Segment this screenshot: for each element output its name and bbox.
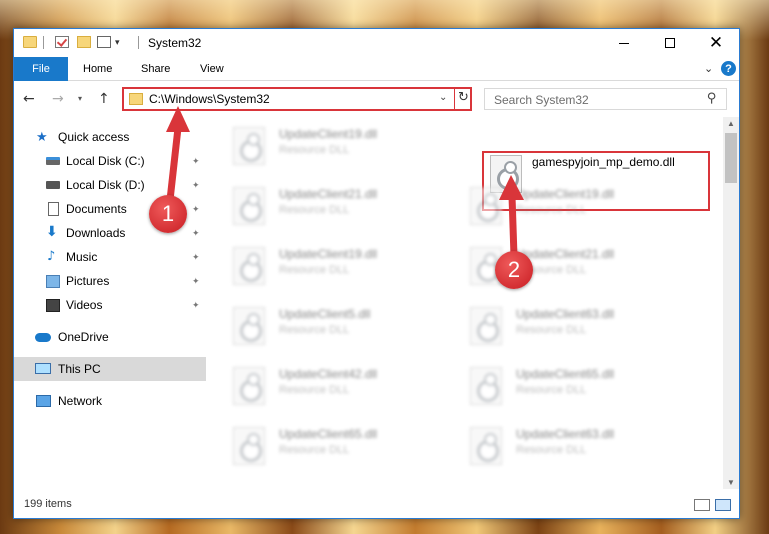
arrow-1 <box>166 106 190 201</box>
arrow-2 <box>499 175 524 257</box>
arrow-2-shaft <box>508 195 518 257</box>
step-1-badge: 1 <box>149 195 187 233</box>
arrow-1-head <box>166 106 190 132</box>
annotation-arrows <box>166 106 524 257</box>
arrow-2-head <box>499 175 524 200</box>
step-2-badge: 2 <box>495 251 533 289</box>
arrow-1-shaft <box>166 127 182 201</box>
